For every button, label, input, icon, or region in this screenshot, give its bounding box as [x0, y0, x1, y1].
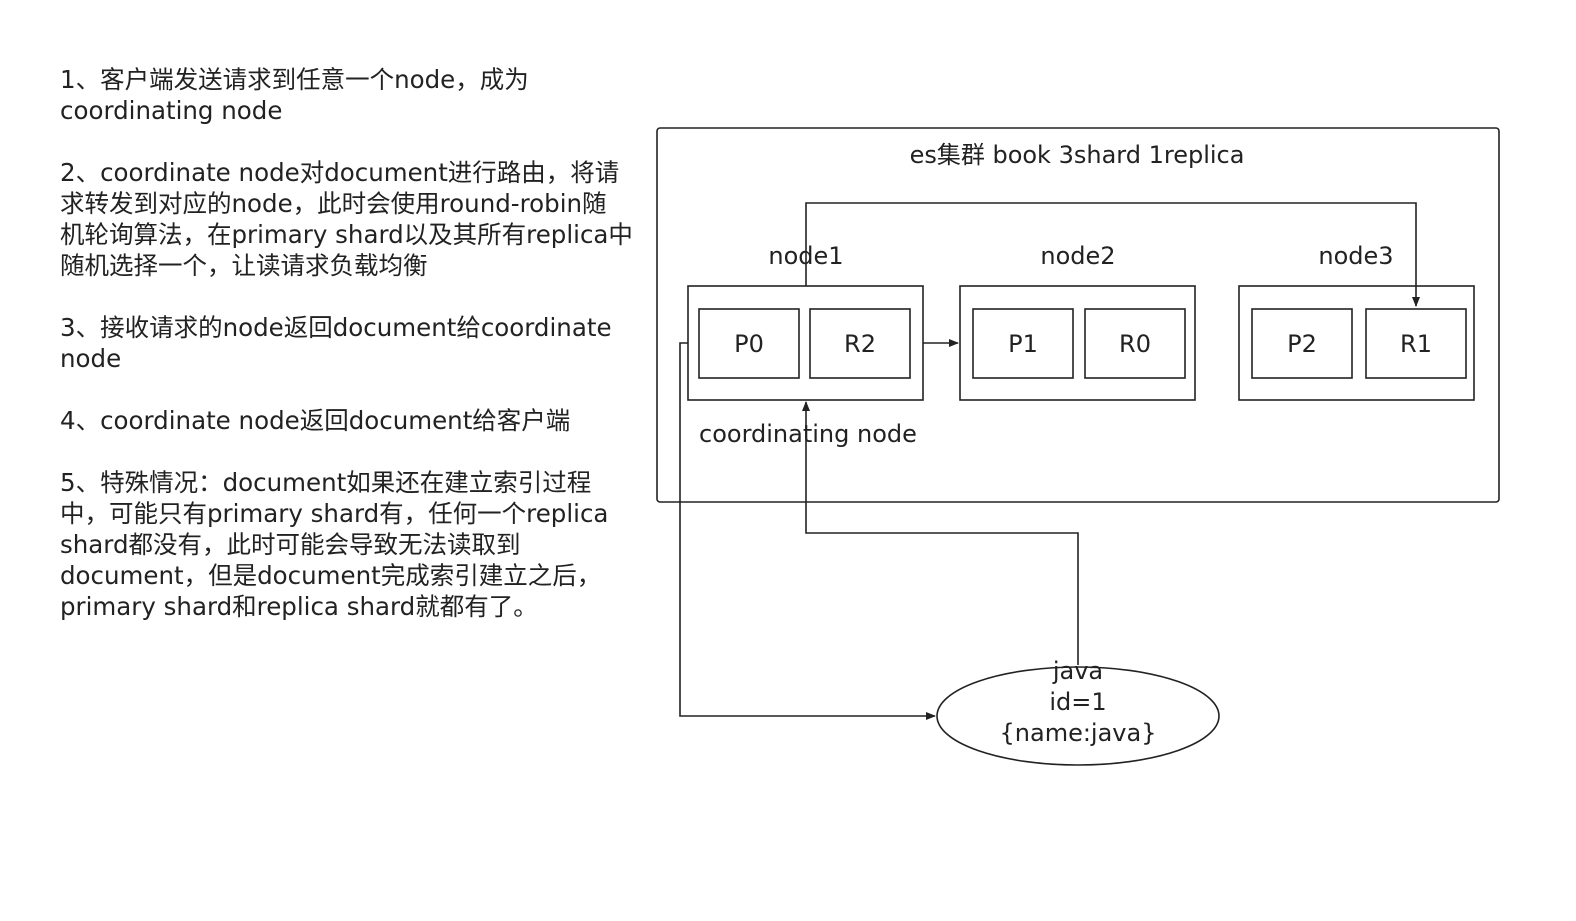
arrow-node1-to-client	[679, 342, 936, 720]
shard-p1: P1	[1008, 330, 1038, 358]
node3-label: node3	[1318, 242, 1393, 270]
client-line-doc: {name:java}	[1000, 719, 1157, 747]
shard-r0: R0	[1119, 330, 1151, 358]
node2-box	[959, 285, 1196, 401]
client-line-java: java	[1052, 657, 1103, 685]
node1-box	[687, 285, 924, 401]
shard-p0: P0	[734, 330, 764, 358]
cluster-title: es集群 book 3shard 1replica	[910, 141, 1245, 169]
client-line-id: id=1	[1049, 688, 1106, 716]
node3-box	[1238, 285, 1475, 401]
shard-r1: R1	[1400, 330, 1432, 358]
shard-p2: P2	[1287, 330, 1317, 358]
node2-label: node2	[1040, 242, 1115, 270]
shard-r2: R2	[844, 330, 876, 358]
coordinating-node-label: coordinating node	[699, 420, 917, 448]
cluster-diagram: es集群 book 3shard 1replica node1 node2 no…	[656, 127, 1500, 766]
